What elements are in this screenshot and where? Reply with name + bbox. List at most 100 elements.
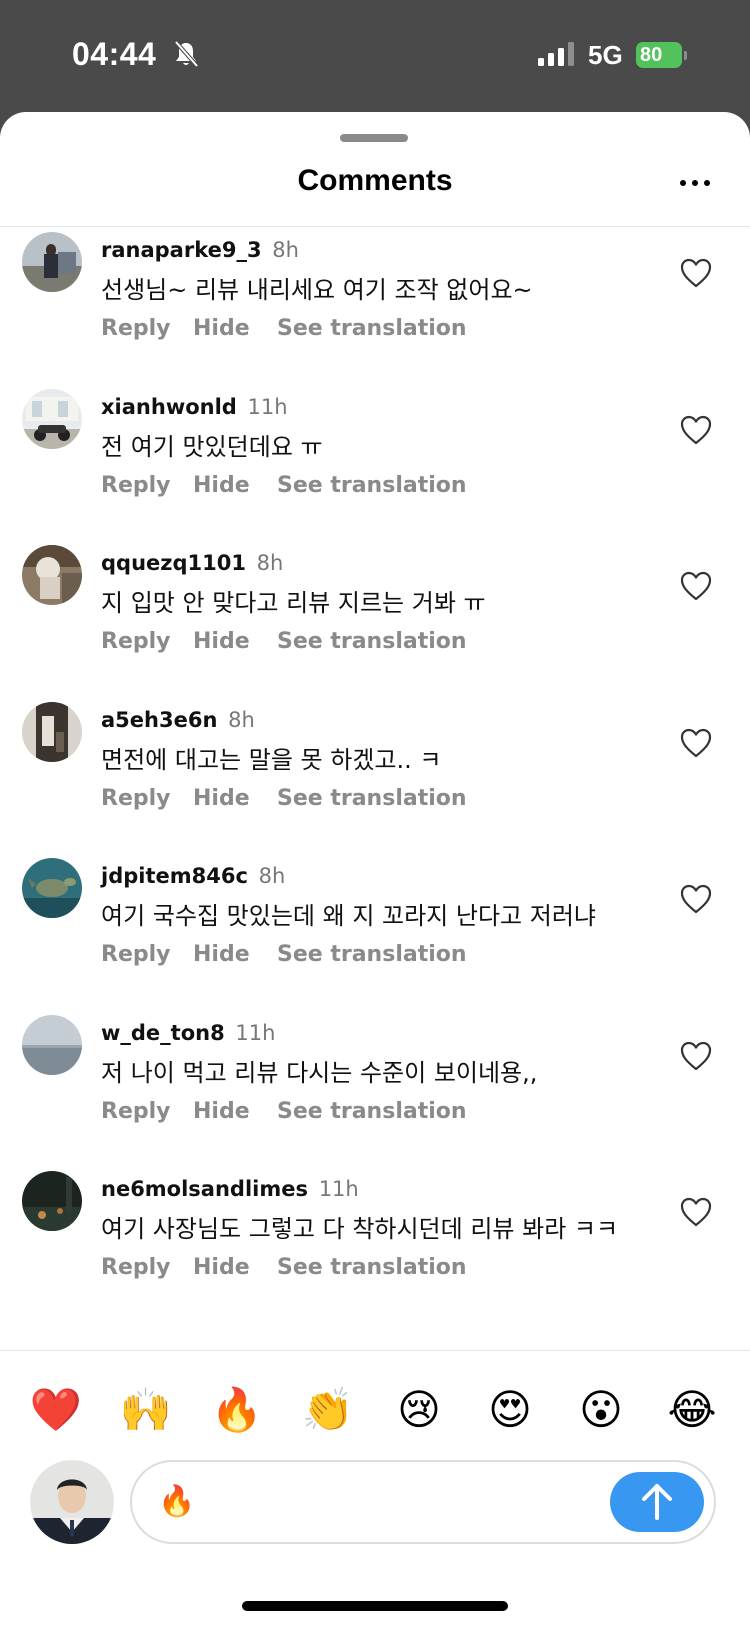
hide-button[interactable]: Hide — [193, 786, 277, 811]
status-time: 04:44 — [72, 36, 157, 72]
username[interactable]: xianhwonld — [101, 395, 237, 419]
header-divider — [0, 226, 750, 227]
reply-button[interactable]: Reply — [101, 1099, 193, 1124]
avatar[interactable] — [22, 702, 82, 762]
see-translation-button[interactable]: See translation — [277, 786, 467, 811]
hide-button[interactable]: Hide — [193, 316, 277, 341]
username[interactable]: qquezq1101 — [101, 551, 246, 575]
see-translation-button[interactable]: See translation — [277, 629, 467, 654]
comment-text: 지 입맛 안 맞다고 리뷰 지르는 거봐 ㅠ — [101, 589, 486, 617]
see-translation-button[interactable]: See translation — [277, 316, 467, 341]
heart-icon[interactable] — [680, 1197, 712, 1227]
comment-meta: ranaparke9_3 8h — [101, 238, 299, 262]
comment-time: 8h — [228, 708, 255, 732]
emoji-surprised[interactable]: 😮 — [573, 1382, 629, 1438]
network-label: 5G — [588, 40, 623, 70]
reply-button[interactable]: Reply — [101, 786, 193, 811]
comment-item: ne6molsandlimes 11h 여기 사장님도 그렇고 다 착하시던데 … — [0, 1171, 750, 1321]
comment-actions: Reply Hide See translation — [101, 1255, 467, 1280]
emoji-raised-hands[interactable]: 🙌 — [118, 1382, 174, 1438]
comment-item: qquezq1101 8h 지 입맛 안 맞다고 리뷰 지르는 거봐 ㅠ Rep… — [0, 545, 750, 695]
comment-meta: a5eh3e6n 8h — [101, 708, 255, 732]
username[interactable]: w_de_ton8 — [101, 1021, 225, 1045]
username[interactable]: jdpitem846c — [101, 864, 248, 888]
comment-text: 전 여기 맛있던데요 ㅠ — [101, 433, 323, 461]
comment-item: ranaparke9_3 8h 선생님~ 리뷰 내리세요 여기 조작 없어요~ … — [0, 232, 750, 382]
emoji-reaction-bar: ❤️ 🙌 🔥 👏 😢 😍 😮 😂 — [0, 1382, 750, 1438]
username[interactable]: ne6molsandlimes — [101, 1177, 308, 1201]
comment-text: 면전에 대고는 말을 못 하겠고.. ㅋ — [101, 746, 442, 774]
heart-icon[interactable] — [680, 571, 712, 601]
comment-meta: w_de_ton8 11h — [101, 1021, 275, 1045]
comment-meta: ne6molsandlimes 11h — [101, 1177, 359, 1201]
comment-time: 11h — [235, 1021, 276, 1045]
comment-actions: Reply Hide See translation — [101, 473, 467, 498]
avatar[interactable] — [22, 545, 82, 605]
comments-sheet: Comments ranaparke9_3 8h 선생님~ 리뷰 내리세요 여기… — [0, 112, 750, 1625]
see-translation-button[interactable]: See translation — [277, 473, 467, 498]
comment-text: 저 나이 먹고 리뷰 다시는 수준이 보이네용,, — [101, 1059, 538, 1087]
comment-text: 선생님~ 리뷰 내리세요 여기 조작 없어요~ — [101, 276, 533, 304]
comment-time: 8h — [258, 864, 286, 888]
comment-time: 8h — [272, 238, 299, 262]
sheet-grabber[interactable] — [340, 134, 408, 142]
username[interactable]: ranaparke9_3 — [101, 238, 262, 262]
reply-button[interactable]: Reply — [101, 473, 193, 498]
comment-actions: Reply Hide See translation — [101, 942, 467, 967]
avatar[interactable] — [22, 389, 82, 449]
reply-button[interactable]: Reply — [101, 942, 193, 967]
see-translation-button[interactable]: See translation — [277, 1255, 467, 1280]
heart-icon[interactable] — [680, 258, 712, 288]
hide-button[interactable]: Hide — [193, 1099, 277, 1124]
emoji-fire[interactable]: 🔥 — [209, 1382, 265, 1438]
hide-button[interactable]: Hide — [193, 473, 277, 498]
heart-icon[interactable] — [680, 415, 712, 445]
comment-item: xianhwonld 11h 전 여기 맛있던데요 ㅠ Reply Hide See… — [0, 389, 750, 539]
heart-icon[interactable] — [680, 1041, 712, 1071]
comment-meta: jdpitem846c 8h — [101, 864, 285, 888]
comment-meta: xianhwonld 11h — [101, 395, 288, 419]
comment-input[interactable]: 🔥 — [130, 1460, 716, 1544]
send-button[interactable] — [610, 1472, 704, 1532]
heart-icon[interactable] — [680, 728, 712, 758]
status-bar: 04:44 5G 80 — [0, 0, 750, 112]
avatar[interactable] — [22, 1171, 82, 1231]
more-options-icon[interactable] — [678, 178, 712, 188]
comment-time: 11h — [247, 395, 288, 419]
emoji-clapping[interactable]: 👏 — [300, 1382, 356, 1438]
heart-icon[interactable] — [680, 884, 712, 914]
hide-button[interactable]: Hide — [193, 629, 277, 654]
reply-button[interactable]: Reply — [101, 316, 193, 341]
comment-item: jdpitem846c 8h 여기 국수집 맛있는데 왜 지 꼬라지 난다고 저… — [0, 858, 750, 1008]
comment-meta: qquezq1101 8h — [101, 551, 283, 575]
comment-item: a5eh3e6n 8h 면전에 대고는 말을 못 하겠고.. ㅋ Reply Hi… — [0, 702, 750, 852]
comment-actions: Reply Hide See translation — [101, 786, 467, 811]
hide-button[interactable]: Hide — [193, 1255, 277, 1280]
home-indicator[interactable] — [242, 1601, 508, 1611]
comment-actions: Reply Hide See translation — [101, 1099, 467, 1124]
comment-text: 여기 국수집 맛있는데 왜 지 꼬라지 난다고 저러냐 — [101, 902, 597, 930]
comment-text: 여기 사장님도 그렇고 다 착하시던데 리뷰 봐라 ㅋㅋ — [101, 1215, 619, 1243]
emoji-crying[interactable]: 😢 — [391, 1382, 447, 1438]
bell-muted-icon — [174, 40, 199, 68]
emoji-heart[interactable]: ❤️ — [28, 1382, 84, 1438]
see-translation-button[interactable]: See translation — [277, 1099, 467, 1124]
avatar[interactable] — [22, 232, 82, 292]
reply-button[interactable]: Reply — [101, 1255, 193, 1280]
avatar[interactable] — [22, 1015, 82, 1075]
sheet-title: Comments — [297, 164, 453, 197]
emoji-heart-eyes[interactable]: 😍 — [482, 1382, 538, 1438]
comment-time: 8h — [256, 551, 284, 575]
battery-level: 80 — [640, 44, 663, 66]
username[interactable]: a5eh3e6n — [101, 708, 217, 732]
signal-icon — [538, 42, 574, 66]
footer-divider — [0, 1350, 750, 1351]
avatar[interactable] — [22, 858, 82, 918]
hide-button[interactable]: Hide — [193, 942, 277, 967]
battery-tip — [684, 51, 687, 60]
emoji-laughing[interactable]: 😂 — [664, 1382, 720, 1438]
see-translation-button[interactable]: See translation — [277, 942, 467, 967]
comment-input-value[interactable]: 🔥 — [158, 1484, 195, 1520]
comment-time: 11h — [318, 1177, 359, 1201]
reply-button[interactable]: Reply — [101, 629, 193, 654]
